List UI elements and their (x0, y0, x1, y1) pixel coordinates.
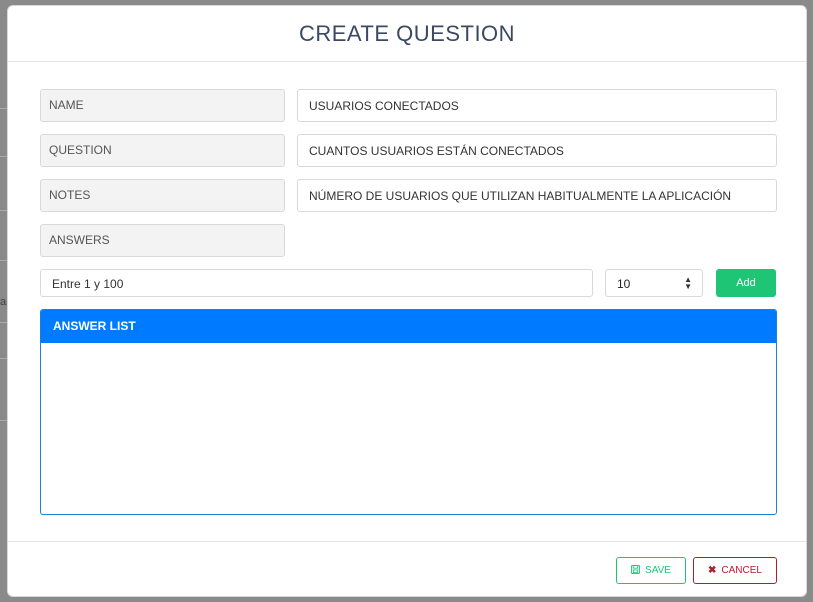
x-icon: ✖ (708, 564, 717, 576)
cancel-button[interactable]: ✖ CANCEL (693, 557, 777, 584)
answer-number-value: 10 (617, 277, 631, 291)
answer-list-header: ANSWER LIST (41, 310, 776, 343)
up-down-spinner-icon[interactable]: ▲ ▼ (684, 276, 692, 291)
name-label: NAME (40, 89, 285, 122)
question-label: QUESTION (40, 134, 285, 167)
question-field[interactable]: CUANTOS USUARIOS ESTÁN CONECTADOS (297, 134, 777, 167)
modal-header: CREATE QUESTION (8, 6, 806, 62)
notes-field[interactable]: NÚMERO DE USUARIOS QUE UTILIZAN HABITUAL… (297, 179, 777, 212)
answer-list: ANSWER LIST (40, 309, 777, 515)
answer-number-input[interactable]: 10 ▲ ▼ (605, 269, 703, 297)
answer-input[interactable]: Entre 1 y 100 (40, 269, 593, 297)
add-answer-button[interactable]: Add (716, 269, 776, 297)
cancel-label: CANCEL (721, 565, 762, 576)
create-question-modal: CREATE QUESTION NAME USUARIOS CONECTADOS… (7, 5, 807, 597)
modal-footer: SAVE ✖ CANCEL (8, 541, 806, 597)
name-field[interactable]: USUARIOS CONECTADOS (297, 89, 777, 122)
modal-title: CREATE QUESTION (298, 20, 516, 46)
save-button[interactable]: SAVE (616, 557, 686, 584)
answers-label: ANSWERS (40, 224, 285, 257)
notes-label: NOTES (40, 179, 285, 212)
save-label: SAVE (645, 565, 671, 576)
floppy-disk-icon (631, 564, 641, 577)
